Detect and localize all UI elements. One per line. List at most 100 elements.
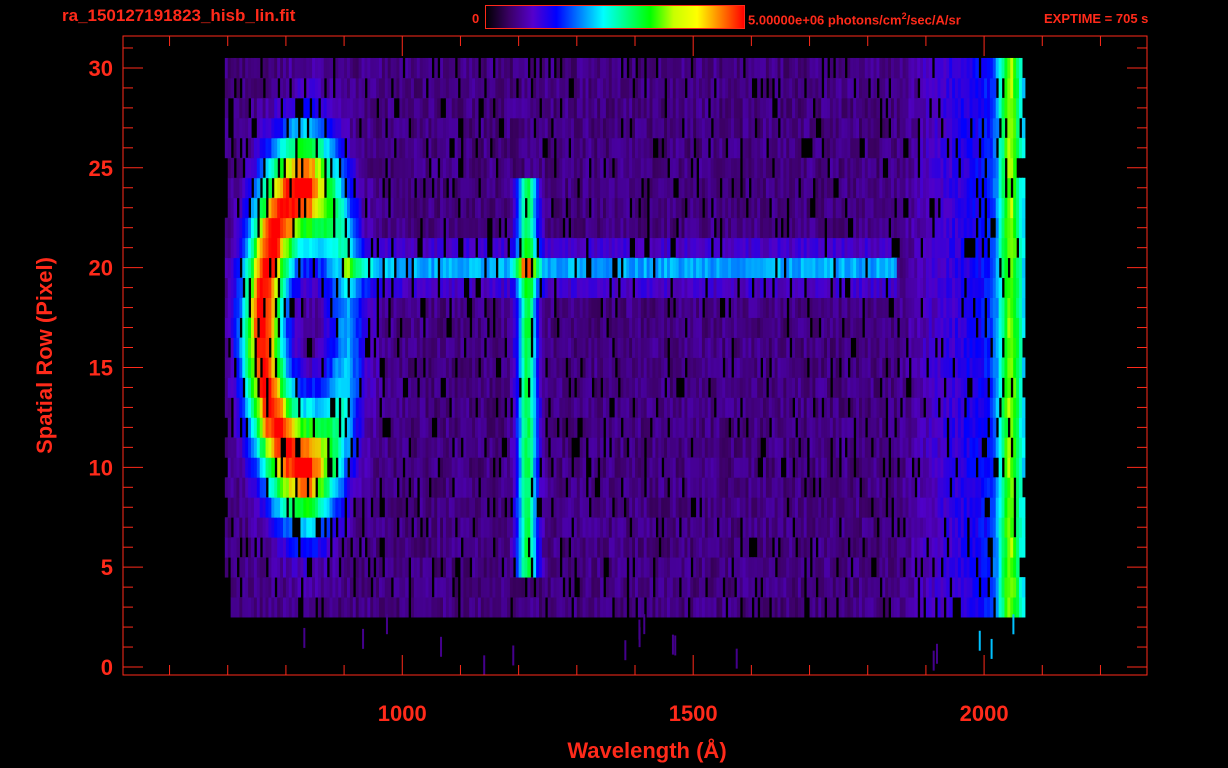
heatmap-cell	[297, 577, 302, 598]
heatmap-cell	[716, 297, 720, 318]
heatmap-cell	[885, 457, 889, 478]
heatmap-cell	[984, 417, 988, 438]
heatmap-cell	[1021, 497, 1026, 518]
heatmap-cell	[515, 377, 520, 398]
spectrum-heatmap-chart: 1000 1500 2000051015202530 Wavelength (Å) …	[32, 35, 1148, 763]
heatmap-cell	[914, 577, 918, 598]
heatmap-cell	[768, 277, 773, 298]
heatmap-cell	[1016, 557, 1020, 578]
heatmap-cell	[597, 377, 601, 398]
heatmap-cell	[859, 537, 863, 558]
heatmap-cell	[952, 457, 956, 478]
heatmap-cell	[614, 277, 619, 298]
heatmap-cell	[262, 197, 267, 219]
heatmap-cell	[224, 337, 229, 358]
heatmap-cell	[483, 317, 488, 338]
heatmap-cell	[451, 517, 456, 538]
heatmap-cell	[1021, 317, 1026, 338]
heatmap-cell	[448, 437, 453, 458]
heatmap-cell	[472, 397, 476, 418]
heatmap-cell	[332, 457, 336, 478]
heatmap-cell	[815, 317, 819, 338]
heatmap-cell	[445, 297, 450, 318]
heatmap-cell	[571, 557, 575, 578]
heatmap-cell	[317, 277, 322, 298]
heatmap-cell	[399, 457, 403, 478]
heatmap-cell	[920, 597, 924, 618]
heatmap-cell	[303, 557, 307, 578]
heatmap-cell	[888, 517, 892, 538]
heatmap-cell	[1021, 517, 1026, 538]
heatmap-cell	[946, 577, 950, 598]
heatmap-cell	[475, 477, 479, 498]
heatmap-cell	[937, 557, 942, 578]
heatmap-cell	[262, 397, 267, 418]
heatmap-cell	[480, 337, 485, 358]
heatmap-cell	[405, 597, 409, 618]
heatmap-cell	[765, 417, 770, 438]
heatmap-cell	[885, 437, 889, 458]
heatmap-cell	[303, 477, 307, 498]
heatmap-cell	[591, 477, 595, 498]
heatmap-cell	[827, 437, 831, 458]
heatmap-cell	[821, 597, 825, 618]
heatmap-cell	[699, 297, 703, 318]
heatmap-cell	[736, 517, 741, 538]
heatmap-cell	[827, 457, 831, 478]
heatmap-cell	[742, 417, 747, 438]
heatmap-cell	[373, 237, 377, 259]
heatmap-cell	[489, 497, 494, 518]
heatmap-cell	[629, 277, 633, 298]
heatmap-cell	[562, 477, 566, 498]
heatmap-cell	[501, 337, 505, 358]
heatmap-cell	[507, 597, 511, 618]
heatmap-cell	[821, 217, 825, 239]
heatmap-cell	[786, 337, 790, 358]
heatmap-cell	[448, 577, 453, 598]
heatmap-cell	[943, 417, 947, 438]
heatmap-cell	[536, 277, 540, 298]
heatmap-cell	[271, 357, 275, 378]
heatmap-cell	[800, 277, 805, 298]
heatmap-cell	[437, 557, 441, 578]
heatmap-cell	[829, 257, 834, 279]
heatmap-cell	[402, 257, 406, 279]
heatmap-cell	[803, 457, 808, 478]
heatmap-cell	[256, 537, 261, 558]
heatmap-cell	[585, 197, 590, 219]
heatmap-cell	[888, 237, 892, 259]
heatmap-cell	[1021, 537, 1026, 558]
heatmap-cell	[600, 437, 604, 458]
heatmap-cell	[908, 457, 912, 478]
heatmap-cell	[1007, 437, 1011, 458]
heatmap-cell	[629, 557, 633, 578]
heatmap-cell	[492, 397, 496, 418]
heatmap-cell	[931, 597, 936, 618]
heatmap-cell	[568, 517, 572, 538]
heatmap-cell	[405, 477, 409, 498]
heatmap-cell	[812, 577, 816, 598]
heatmap-cell	[393, 517, 398, 538]
heatmap-cell	[416, 297, 421, 318]
heatmap-cell	[245, 297, 249, 318]
heatmap-cell	[975, 577, 979, 598]
heatmap-cell	[789, 397, 793, 418]
heatmap-cell	[667, 237, 671, 259]
heatmap-cell	[815, 477, 819, 498]
heatmap-cell	[902, 337, 907, 358]
heatmap-cell	[338, 257, 342, 279]
heatmap-cell	[489, 317, 494, 338]
heatmap-cell	[262, 557, 267, 578]
heatmap-cell	[1019, 377, 1023, 398]
heatmap-cell	[335, 557, 339, 578]
heatmap-cell	[541, 597, 546, 618]
heatmap-cell	[457, 537, 462, 558]
heatmap-cell	[972, 457, 976, 478]
heatmap-cell	[987, 557, 991, 578]
heatmap-cell	[611, 297, 616, 318]
heatmap-cell	[239, 377, 243, 398]
heatmap-cell	[652, 397, 656, 418]
heatmap-cell	[483, 217, 488, 239]
heatmap-cell	[873, 517, 878, 538]
heatmap-cell	[803, 297, 808, 318]
